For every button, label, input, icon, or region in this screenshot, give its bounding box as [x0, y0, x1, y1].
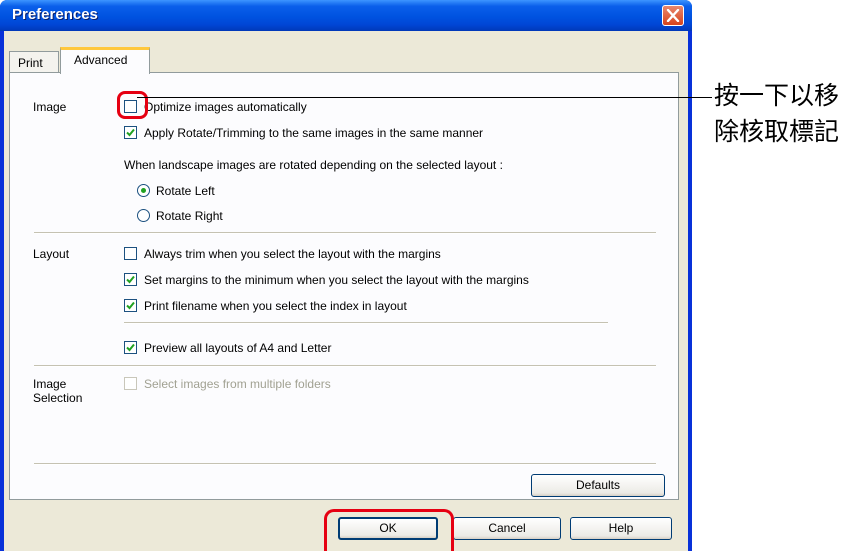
- defaults-button[interactable]: Defaults: [531, 474, 665, 497]
- callout-line: [137, 97, 712, 98]
- checkmark-icon: [126, 301, 135, 310]
- checkmark-icon: [126, 343, 135, 352]
- help-button[interactable]: Help: [570, 517, 672, 540]
- rotate-right-label[interactable]: Rotate Right: [156, 209, 223, 223]
- close-button[interactable]: [662, 5, 684, 26]
- set-margins-label[interactable]: Set margins to the minimum when you sele…: [144, 273, 529, 287]
- print-filename-label[interactable]: Print filename when you select the index…: [144, 299, 407, 313]
- checkbox-highlight: [117, 91, 148, 119]
- close-icon: [666, 9, 680, 22]
- apply-rotate-checkbox[interactable]: [124, 126, 137, 139]
- tab-print[interactable]: Print: [9, 51, 59, 73]
- rotate-left-label[interactable]: Rotate Left: [156, 184, 215, 198]
- layout-sub-divider: [124, 322, 608, 324]
- section-label-layout: Layout: [33, 247, 70, 261]
- advanced-panel: Image Optimize images automatically Appl…: [9, 72, 679, 500]
- callout-line-2: 除核取標記: [714, 118, 840, 146]
- window-title: Preferences: [12, 6, 98, 23]
- callout-annotation: 按一下以移 除核取標記: [714, 78, 864, 150]
- preview-layouts-label[interactable]: Preview all layouts of A4 and Letter: [144, 341, 331, 355]
- checkmark-icon: [126, 128, 135, 137]
- rotate-left-radio[interactable]: [137, 184, 150, 197]
- tab-print-label: Print: [18, 56, 43, 70]
- rotate-right-radio[interactable]: [137, 209, 150, 222]
- bottom-divider: [34, 463, 656, 465]
- apply-rotate-label[interactable]: Apply Rotate/Trimming to the same images…: [144, 126, 483, 140]
- ok-button-highlight: [324, 509, 454, 551]
- section-label-image: Image: [33, 100, 67, 114]
- title-bar[interactable]: Preferences: [0, 0, 692, 31]
- callout-line-1: 按一下以移: [714, 82, 840, 110]
- preferences-window: Preferences Print Advanced Image Optimiz…: [0, 0, 692, 551]
- multiple-folders-label: Select images from multiple folders: [144, 377, 331, 391]
- landscape-note: When landscape images are rotated depend…: [124, 158, 503, 172]
- optimize-images-label[interactable]: Optimize images automatically: [144, 100, 307, 114]
- tab-advanced[interactable]: Advanced: [60, 47, 150, 74]
- section-label-image-selection-line2: Selection: [33, 391, 83, 405]
- set-margins-checkbox[interactable]: [124, 273, 137, 286]
- checkmark-icon: [126, 275, 135, 284]
- section-divider: [34, 365, 656, 367]
- always-trim-label[interactable]: Always trim when you select the layout w…: [144, 247, 441, 261]
- preview-layouts-checkbox[interactable]: [124, 341, 137, 354]
- print-filename-checkbox[interactable]: [124, 299, 137, 312]
- cancel-button[interactable]: Cancel: [453, 517, 561, 540]
- always-trim-checkbox[interactable]: [124, 247, 137, 260]
- tab-advanced-label: Advanced: [74, 53, 128, 67]
- dialog-body: Print Advanced Image Optimize images aut…: [4, 31, 688, 551]
- section-divider: [34, 232, 656, 234]
- radio-selected-dot: [141, 188, 146, 193]
- multiple-folders-checkbox: [124, 377, 137, 390]
- section-label-image-selection-line1: Image: [33, 377, 67, 391]
